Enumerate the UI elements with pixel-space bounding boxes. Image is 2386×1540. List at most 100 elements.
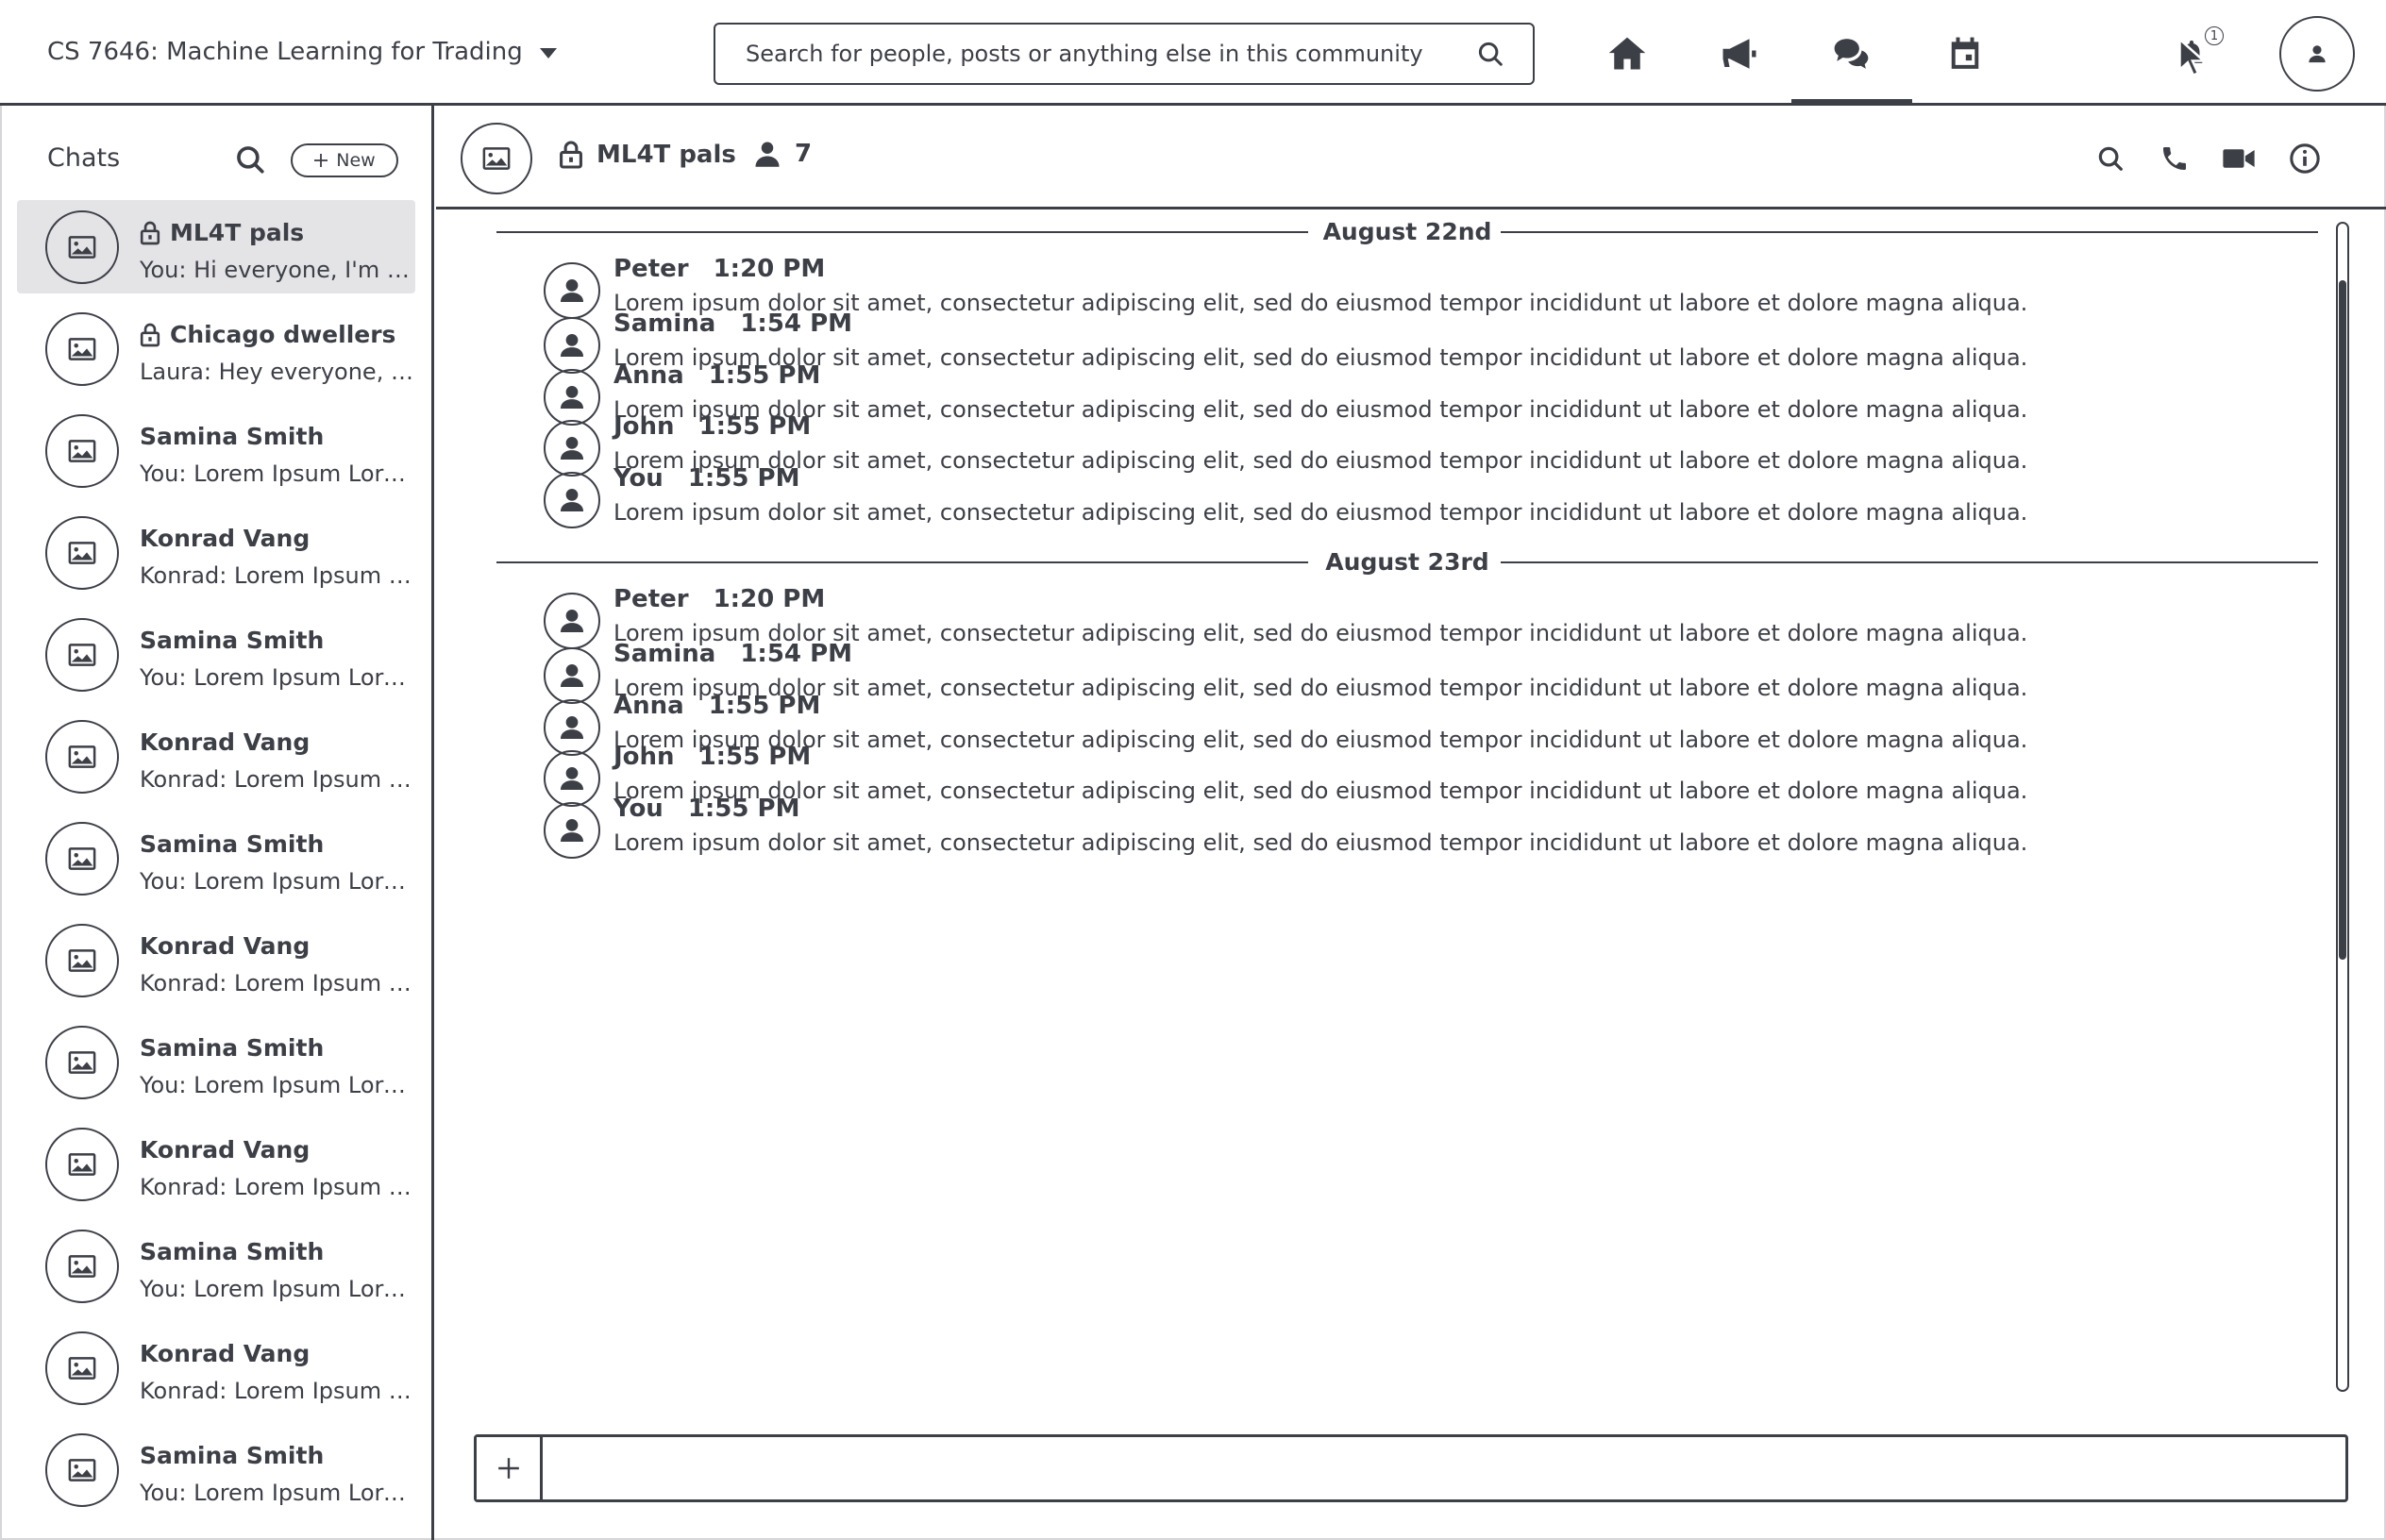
message-author[interactable]: You bbox=[613, 795, 664, 823]
chat-name-row: ML4T pals bbox=[140, 219, 304, 246]
chat-icon[interactable] bbox=[1826, 28, 1877, 79]
global-search-input[interactable] bbox=[744, 40, 1476, 68]
chat-preview: You: Lorem Ipsum Lorem bbox=[140, 1480, 413, 1506]
chat-list-item[interactable]: Samina Smith You: Lorem Ipsum Lorem bbox=[17, 608, 415, 701]
new-chat-button[interactable]: New bbox=[291, 143, 398, 177]
chat-list-item[interactable]: Samina Smith You: Lorem Ipsum Lorem bbox=[17, 404, 415, 497]
message-list: August 22nd Peter 1:20 PM Lorem ipsum dolor… bbox=[436, 212, 2343, 1430]
profile-button[interactable] bbox=[2279, 16, 2355, 92]
chat-name-row: Konrad Vang bbox=[140, 525, 310, 552]
chat-name: Samina Smith bbox=[140, 1442, 325, 1469]
image-icon bbox=[68, 1152, 96, 1177]
message-author[interactable]: Anna bbox=[613, 361, 684, 390]
search-icon[interactable] bbox=[1476, 40, 1504, 68]
phone-icon[interactable] bbox=[2156, 140, 2193, 177]
message-scrollbar[interactable] bbox=[2336, 222, 2349, 1392]
message-author[interactable]: John bbox=[613, 412, 675, 441]
chat-list-item[interactable]: Samina Smith You: Lorem Ipsum Lorem bbox=[17, 812, 415, 905]
chat-list-item[interactable]: ML4T pals You: Hi everyone, I'm Mike bbox=[17, 200, 415, 293]
message-author[interactable]: John bbox=[613, 743, 675, 771]
megaphone-icon[interactable] bbox=[1714, 28, 1765, 79]
search-icon[interactable] bbox=[234, 143, 266, 176]
image-icon bbox=[68, 1458, 96, 1482]
calendar-icon[interactable] bbox=[1940, 28, 1991, 79]
image-icon bbox=[68, 948, 96, 973]
info-icon[interactable] bbox=[2286, 140, 2324, 177]
image-icon bbox=[68, 846, 96, 871]
message-time: 1:55 PM bbox=[687, 795, 800, 823]
message-author[interactable]: Samina bbox=[613, 310, 715, 338]
chat-avatar bbox=[45, 1026, 119, 1099]
date-divider: August 22nd bbox=[496, 212, 2318, 250]
chat-avatar bbox=[45, 618, 119, 692]
chat-list-item[interactable]: Konrad Vang Konrad: Lorem Ipsum Lorem bbox=[17, 710, 415, 803]
add-attachment-button[interactable] bbox=[477, 1437, 543, 1499]
person-icon bbox=[755, 142, 780, 167]
plus-icon bbox=[497, 1458, 519, 1479]
person-icon bbox=[556, 813, 588, 847]
message-time: 1:55 PM bbox=[698, 743, 812, 771]
message-header: John 1:55 PM bbox=[613, 412, 811, 441]
chat-list-item[interactable]: Samina Smith You: Lorem Ipsum Lorem bbox=[17, 1219, 415, 1313]
message-input[interactable] bbox=[543, 1437, 2345, 1499]
chat-list-item[interactable]: Samina Smith You: Lorem Ipsum Lorem bbox=[17, 1015, 415, 1109]
message-author[interactable]: Anna bbox=[613, 692, 684, 720]
chat-list-item[interactable]: Konrad Vang Konrad: Lorem Ipsum Lorem bbox=[17, 1321, 415, 1414]
chat-avatar bbox=[45, 1433, 119, 1507]
user-avatar[interactable] bbox=[544, 802, 600, 859]
chat-list: ML4T pals You: Hi everyone, I'm Mike Chica… bbox=[17, 200, 415, 1525]
chat-sidebar: Chats New ML4T pals You: Hi everyone, I'm… bbox=[0, 106, 434, 1540]
person-icon bbox=[556, 380, 588, 414]
message-time: 1:55 PM bbox=[708, 692, 821, 720]
course-name: CS 7646: Machine Learning for Trading bbox=[47, 38, 523, 66]
profile-icon bbox=[2309, 45, 2326, 63]
image-icon bbox=[68, 235, 96, 259]
message-time: 1:20 PM bbox=[713, 585, 826, 613]
message-item: You 1:55 PM Lorem ipsum dolor sit amet, co… bbox=[540, 795, 2295, 870]
chat-name-row: Samina Smith bbox=[140, 1034, 324, 1062]
message-text: Lorem ipsum dolor sit amet, consectetur … bbox=[613, 829, 2028, 856]
chat-preview: Laura: Hey everyone, great bbox=[140, 359, 413, 385]
chat-name-row: Konrad Vang bbox=[140, 1340, 310, 1367]
chat-list-item[interactable]: Konrad Vang Konrad: Lorem Ipsum Lorem bbox=[17, 506, 415, 599]
person-icon bbox=[556, 711, 588, 745]
member-count-value: 7 bbox=[795, 140, 813, 168]
chat-list-item[interactable]: Samina Smith You: Lorem Ipsum Lorem bbox=[17, 1423, 415, 1516]
chat-list-item[interactable]: Chicago dwellers Laura: Hey everyone, gre… bbox=[17, 302, 415, 395]
chat-avatar bbox=[45, 1128, 119, 1201]
message-time: 1:55 PM bbox=[708, 361, 821, 390]
video-icon[interactable] bbox=[2220, 140, 2258, 177]
mouse-cursor-icon bbox=[2178, 38, 2208, 77]
active-nav-indicator bbox=[1791, 99, 1912, 105]
message-author[interactable]: Samina bbox=[613, 640, 715, 668]
message-time: 1:55 PM bbox=[687, 464, 800, 493]
chat-preview: You: Lorem Ipsum Lorem bbox=[140, 1072, 413, 1098]
date-divider: August 23rd bbox=[496, 543, 2318, 580]
scrollbar-thumb[interactable] bbox=[2339, 280, 2346, 960]
image-icon bbox=[68, 439, 96, 463]
chat-list-item[interactable]: Konrad Vang Konrad: Lorem Ipsum Lorem bbox=[17, 1117, 415, 1211]
chat-name: ML4T pals bbox=[170, 219, 305, 246]
date-label: August 23rd bbox=[1325, 548, 1489, 576]
chat-list-item[interactable]: Konrad Vang Konrad: Lorem Ipsum Lorem bbox=[17, 913, 415, 1007]
global-search[interactable] bbox=[714, 23, 1535, 85]
chat-avatar bbox=[45, 1230, 119, 1303]
search-icon[interactable] bbox=[2092, 140, 2129, 177]
course-selector[interactable]: CS 7646: Machine Learning for Trading bbox=[47, 38, 557, 66]
chat-name: Samina Smith bbox=[140, 1034, 325, 1062]
image-icon bbox=[482, 147, 511, 170]
home-icon[interactable] bbox=[1602, 28, 1653, 79]
chat-name-row: Samina Smith bbox=[140, 627, 324, 654]
message-text: Lorem ipsum dolor sit amet, consectetur … bbox=[613, 499, 2028, 526]
member-count[interactable]: 7 bbox=[753, 140, 812, 168]
message-item: You 1:55 PM Lorem ipsum dolor sit amet, co… bbox=[540, 464, 2295, 540]
message-header: John 1:55 PM bbox=[613, 743, 811, 771]
chat-name: Samina Smith bbox=[140, 830, 325, 858]
conversation-avatar[interactable] bbox=[461, 123, 532, 194]
message-author[interactable]: Peter bbox=[613, 585, 689, 613]
message-author[interactable]: Peter bbox=[613, 255, 689, 283]
message-author[interactable]: You bbox=[613, 464, 664, 493]
chat-preview: You: Lorem Ipsum Lorem bbox=[140, 1276, 413, 1302]
plus-icon bbox=[314, 154, 328, 167]
user-avatar[interactable] bbox=[544, 472, 600, 528]
